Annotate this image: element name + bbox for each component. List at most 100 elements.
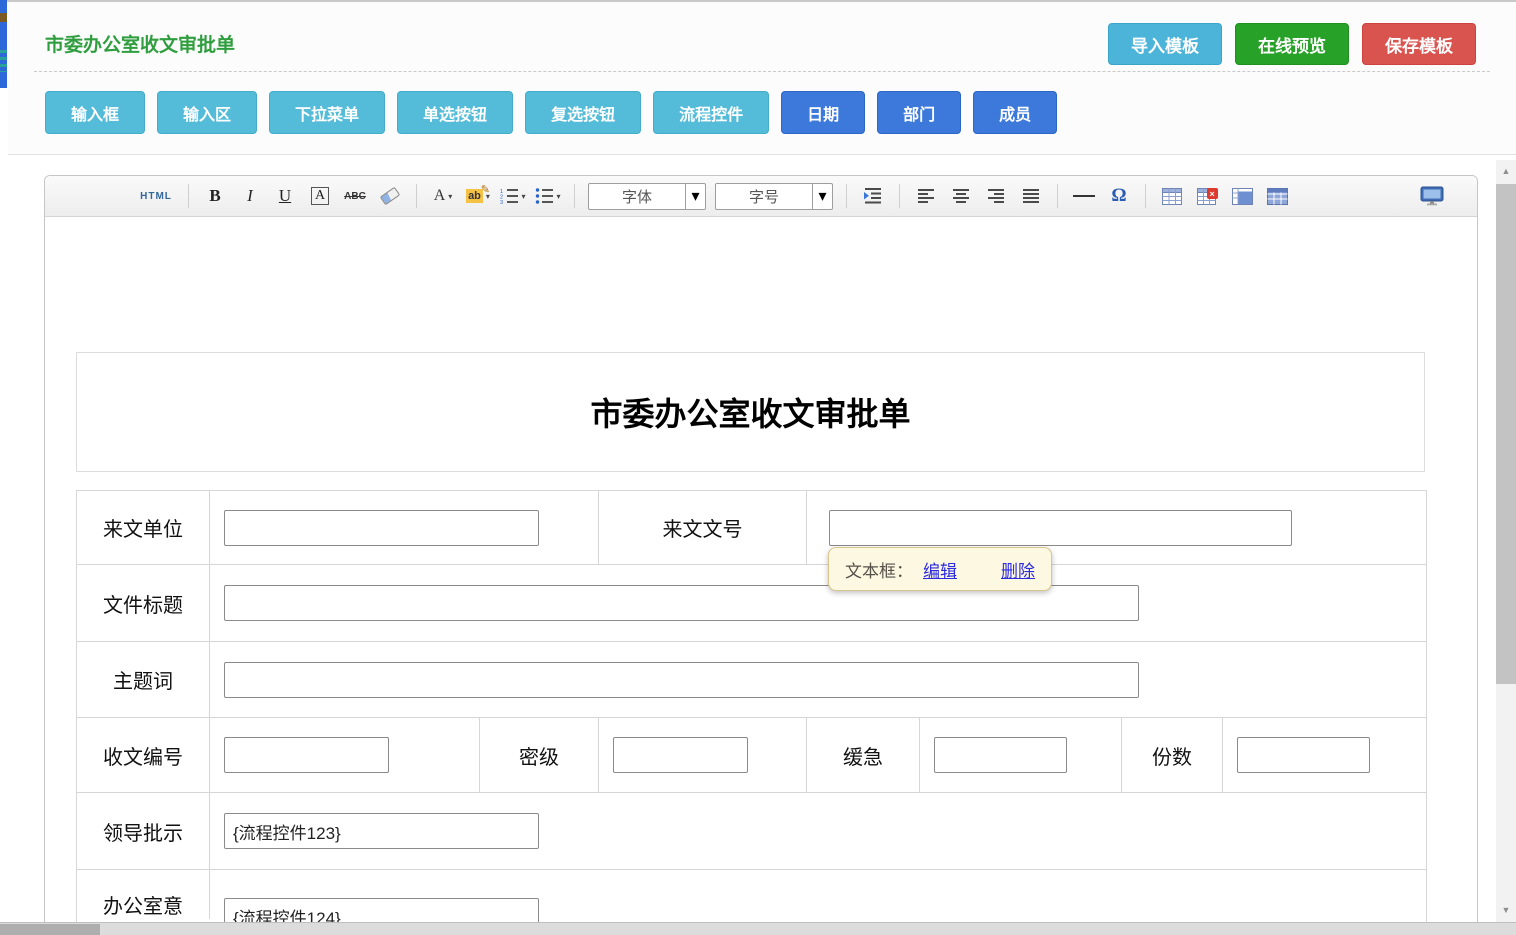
tooltip-label: 文本框：	[845, 557, 913, 582]
form-row: 文件标题	[77, 565, 1426, 642]
field-label: 来文单位	[103, 513, 183, 542]
fullscreen-button[interactable]	[1419, 183, 1445, 209]
font-family-select[interactable]: 字体 ▾	[588, 183, 706, 210]
save-template-button[interactable]: 保存模板	[1362, 23, 1476, 65]
editor-document[interactable]: 市委办公室收文审批单 来文单位来文文号文件标题主题词收文编号密级缓急份数领导批示…	[45, 217, 1477, 935]
highlight-button[interactable]: ab ✎ ▾	[465, 183, 491, 209]
font-color-icon: A	[434, 187, 446, 205]
field-label: 领导批示	[103, 817, 183, 846]
widget-button-member[interactable]: 成员	[973, 91, 1057, 134]
chevron-down-icon[interactable]: ▾	[685, 184, 705, 209]
align-center-button[interactable]	[948, 183, 974, 209]
delete-link[interactable]: 删除	[1001, 557, 1035, 582]
scroll-up-icon[interactable]: ▲	[1496, 163, 1516, 179]
toolbar-divider	[416, 184, 417, 208]
import-template-button[interactable]: 导入模板	[1108, 23, 1222, 65]
editor-toolbar: HTML B I U A ABC A ▾ ab ✎ ▾	[45, 176, 1477, 217]
field-input[interactable]	[224, 813, 539, 849]
widget-button-flow-control[interactable]: 流程控件	[653, 91, 769, 134]
field-input[interactable]	[224, 662, 1139, 698]
insert-table-button[interactable]	[1159, 183, 1185, 209]
horizontal-scrollbar[interactable]	[0, 922, 1516, 935]
widget-button-dropdown-menu[interactable]: 下拉菜单	[269, 91, 385, 134]
ordered-list-icon: 1 2 3	[500, 188, 518, 204]
field-input-cell	[210, 491, 599, 564]
chevron-down-icon: ▾	[556, 192, 560, 201]
field-input[interactable]	[224, 737, 389, 773]
underline-button[interactable]: U	[272, 183, 298, 209]
field-label-cell: 办公室意	[77, 870, 210, 919]
indent-icon	[863, 188, 883, 204]
svg-text:3: 3	[500, 200, 503, 204]
align-left-icon	[918, 189, 934, 203]
delete-table-button[interactable]: ×	[1194, 183, 1220, 209]
toolbar-divider	[1057, 184, 1058, 208]
toolbar-divider	[188, 184, 189, 208]
ordered-list-button[interactable]: 1 2 3 ▾	[500, 183, 526, 209]
chevron-down-icon: ▾	[448, 192, 452, 201]
field-label-cell: 来文文号	[599, 491, 807, 564]
field-input[interactable]	[1237, 737, 1370, 773]
form-row: 主题词	[77, 642, 1426, 718]
align-justify-button[interactable]	[1018, 183, 1044, 209]
special-char-button[interactable]: Ω	[1106, 183, 1132, 209]
align-right-icon	[988, 189, 1004, 203]
field-input-cell	[210, 642, 1426, 717]
header-actions: 导入模板 在线预览 保存模板	[1108, 23, 1476, 65]
align-right-button[interactable]	[983, 183, 1009, 209]
page-title: 市委办公室收文审批单	[45, 30, 235, 57]
field-input-cell	[599, 718, 807, 792]
font-box-icon: A	[311, 187, 329, 205]
horizontal-rule-button[interactable]	[1071, 183, 1097, 209]
scroll-down-icon[interactable]: ▼	[1496, 902, 1516, 918]
widget-button-input-box[interactable]: 输入框	[45, 91, 145, 134]
indent-button[interactable]	[860, 183, 886, 209]
page-header: 市委办公室收文审批单 导入模板 在线预览 保存模板 输入框输入区下拉菜单单选按钮…	[8, 0, 1516, 155]
field-label-cell: 来文单位	[77, 491, 210, 564]
field-input-cell	[920, 718, 1122, 792]
dashed-divider	[34, 71, 1490, 72]
align-justify-icon	[1023, 189, 1039, 203]
align-left-button[interactable]	[913, 183, 939, 209]
field-input[interactable]	[224, 510, 539, 546]
chevron-down-icon[interactable]: ▾	[812, 184, 832, 209]
widget-button-date[interactable]: 日期	[781, 91, 865, 134]
widget-button-department[interactable]: 部门	[877, 91, 961, 134]
widget-toolbar: 输入框输入区下拉菜单单选按钮复选按钮流程控件日期部门成员	[45, 91, 1516, 134]
field-input[interactable]	[829, 510, 1292, 546]
field-label: 文件标题	[103, 589, 183, 618]
screen-edge-artifact	[0, 0, 7, 88]
delete-table-icon: ×	[1197, 188, 1218, 205]
italic-button[interactable]: I	[237, 183, 263, 209]
textbox-context-tooltip: 文本框： 编辑 删除	[828, 547, 1052, 591]
widget-button-radio-button[interactable]: 单选按钮	[397, 91, 513, 134]
bold-button[interactable]: B	[202, 183, 228, 209]
cell-grid-button[interactable]	[1264, 183, 1290, 209]
special-char-icon: Ω	[1111, 185, 1126, 207]
pencil-icon: ✎	[481, 183, 490, 196]
online-preview-button[interactable]: 在线预览	[1235, 23, 1349, 65]
table-properties-button[interactable]	[1229, 183, 1255, 209]
font-box-button[interactable]: A	[307, 183, 333, 209]
field-input-cell	[1223, 718, 1426, 792]
font-size-select[interactable]: 字号 ▾	[715, 183, 833, 210]
edit-link[interactable]: 编辑	[923, 557, 957, 582]
remove-format-button[interactable]	[377, 183, 403, 209]
field-label: 办公室意	[103, 890, 183, 919]
widget-button-checkbox-button[interactable]: 复选按钮	[525, 91, 641, 134]
fullscreen-icon	[1420, 186, 1444, 206]
vertical-scrollbar[interactable]: ▲ ▼	[1496, 160, 1516, 922]
strikethrough-button[interactable]: ABC	[342, 183, 368, 209]
source-code-button[interactable]: HTML	[137, 183, 175, 209]
chevron-down-icon: ▾	[521, 192, 525, 201]
field-input[interactable]	[934, 737, 1067, 773]
unordered-list-button[interactable]: ▾	[535, 183, 561, 209]
source-code-icon: HTML	[140, 191, 172, 202]
field-input[interactable]	[613, 737, 748, 773]
font-color-button[interactable]: A ▾	[430, 183, 456, 209]
scrollbar-thumb[interactable]	[1496, 184, 1516, 684]
scrollbar-thumb[interactable]	[0, 924, 100, 935]
field-label-cell: 份数	[1122, 718, 1223, 792]
field-label: 份数	[1152, 741, 1192, 770]
widget-button-input-area[interactable]: 输入区	[157, 91, 257, 134]
